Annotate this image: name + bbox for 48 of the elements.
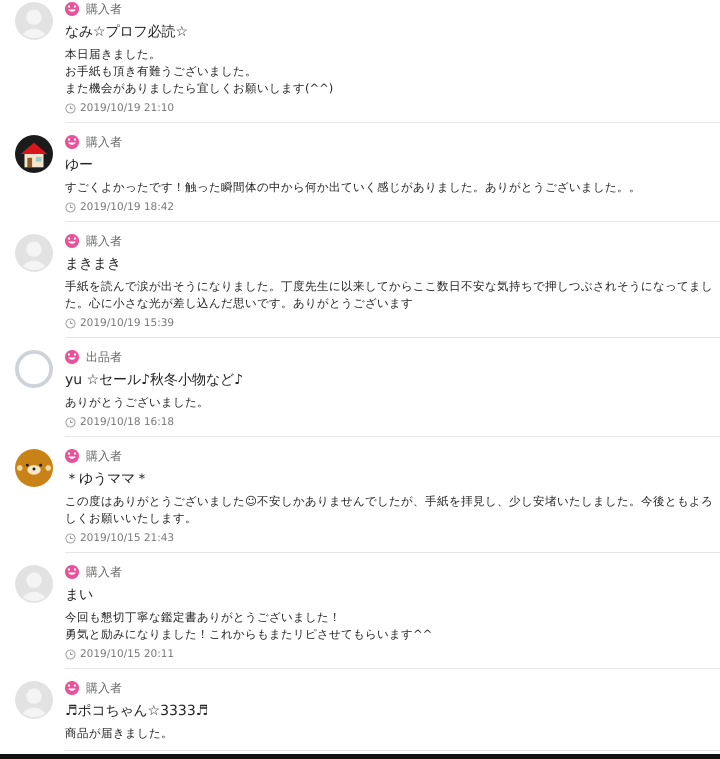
user-name: なみ☆プロフ必読☆: [65, 23, 190, 41]
user-name: ♬ポコちゃん☆3333♬: [65, 702, 210, 720]
user-name: ＊ゆうママ＊: [65, 470, 150, 488]
review-text: お手紙も頂き有難うございました。: [65, 63, 257, 80]
timestamp: 2019/10/19 15:39: [80, 317, 174, 329]
review-text: 今回も懇切丁寧な鑑定書ありがとうございました！: [65, 609, 341, 626]
clock-icon: [65, 318, 76, 328]
smiley-icon: [65, 350, 79, 364]
user-name: yu ☆セール♪秋冬小物など♪: [65, 371, 244, 389]
role-label: 購入者: [86, 680, 122, 696]
role-label: 購入者: [86, 232, 122, 250]
house-icon: [15, 135, 53, 173]
smiley-icon: [65, 135, 79, 149]
review-text: すごくよかったです！触った瞬間体の中から何か出ていく感じがありました。ありがとうございました。。: [65, 179, 641, 196]
clock-icon: [65, 416, 76, 428]
role-label: 購入者: [86, 0, 122, 18]
role-label: 購入者: [86, 564, 122, 580]
timestamp: 2019/10/19 18:42: [80, 201, 174, 213]
user-name: まきまき: [65, 255, 122, 273]
review-text: この度はありがとうございました☺不安しかありませんでしたが、手紙を拝見し、少し安堵いたしました。今後ともよろしくお願いいたします。: [65, 493, 714, 527]
review-text: 勇気と励みになりました！これからもまたリピさせてもらいます^^: [65, 626, 432, 643]
review-text: 商品が届きました。: [65, 725, 173, 742]
timestamp: 2019/10/15 20:11: [80, 648, 174, 660]
smiley-icon: [65, 565, 79, 579]
timestamp: 2019/10/19 21:10: [80, 102, 174, 114]
clock-icon: [65, 202, 76, 212]
avatar-icon: [15, 234, 53, 272]
timestamp: 2019/10/18 16:18: [80, 416, 174, 428]
clock-icon: [65, 648, 76, 660]
avatar-icon: [15, 350, 53, 388]
avatar-icon: [15, 565, 53, 603]
smiley-icon: [65, 681, 79, 695]
smiley-icon: [65, 449, 79, 463]
review-text: 手紙を読んで涙が出そうになりました。丁度先生に以来してからここ数日不安な気持ちで押しつぶされそうになってました。心に小さな光が差し込んだ思いです。ありがとうございます: [65, 278, 714, 312]
bear-icon: [15, 449, 53, 487]
clock-icon: [65, 102, 76, 114]
smiley-icon: [65, 234, 79, 248]
review-text: ありがとうございました。: [65, 394, 209, 411]
role-label: 購入者: [86, 134, 122, 150]
review-text: また機会がありましたら宜しくお願いします(^^): [65, 80, 334, 97]
avatar-icon: [15, 681, 53, 719]
clock-icon: [65, 532, 76, 544]
user-name: ゆー: [65, 156, 94, 174]
timestamp: 2019/10/15 21:43: [80, 532, 174, 544]
review-text: 本日届きました。: [65, 46, 161, 63]
user-name: まい: [65, 586, 94, 604]
role-label: 出品者: [86, 348, 122, 366]
role-label: 購入者: [86, 448, 122, 464]
